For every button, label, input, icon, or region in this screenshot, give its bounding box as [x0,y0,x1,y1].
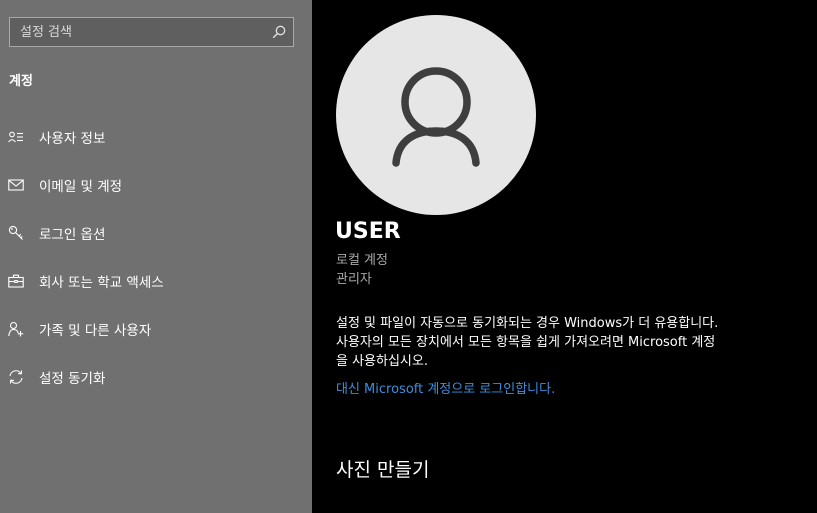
section-title: 계정 [9,74,33,89]
account-type: 로컬 계정 [336,253,388,268]
person-add-icon [8,321,24,337]
info-text: 설정 및 파일이 자동으로 동기화되는 경우 Windows가 더 유용합니다.… [336,314,796,371]
sidebar-item-label: 가족 및 다른 사용자 [39,323,152,339]
main-content: USER 로컬 계정 관리자 설정 및 파일이 자동으로 동기화되는 경우 Wi… [312,0,817,513]
sidebar: 계정 사용자 정보 [0,0,312,513]
info-line: 을 사용하십시오. [336,354,428,369]
sync-icon [8,369,24,385]
sidebar-item-work-school[interactable]: 회사 또는 학교 액세스 [0,257,312,305]
sidebar-item-sync-settings[interactable]: 설정 동기화 [0,353,312,401]
sidebar-item-label: 로그인 옵션 [39,227,106,243]
sidebar-item-label: 사용자 정보 [39,131,106,147]
sidebar-nav: 사용자 정보 이메일 및 계정 로그인 옵션 회사 또는 학교 액세스 가족 및… [0,113,312,401]
user-avatar-icon [392,67,480,167]
sidebar-item-label: 이메일 및 계정 [39,179,123,195]
user-name: USER [335,219,401,244]
info-line: 사용자의 모든 장치에서 모든 항목을 쉽게 가져오려면 Microsoft 계… [336,335,716,350]
mail-icon [8,177,24,193]
settings-window: 계정 사용자 정보 [0,0,817,513]
search-input[interactable] [10,18,265,46]
briefcase-icon [8,273,24,289]
sidebar-item-signin-options[interactable]: 로그인 옵션 [0,209,312,257]
search-icon[interactable] [265,18,293,46]
avatar [336,15,536,215]
account-role: 관리자 [336,272,372,287]
microsoft-signin-link[interactable]: 대신 Microsoft 계정으로 로그인합니다. [336,378,555,397]
sidebar-item-label: 설정 동기화 [39,371,106,387]
sidebar-item-family-users[interactable]: 가족 및 다른 사용자 [0,305,312,353]
sidebar-item-user-info[interactable]: 사용자 정보 [0,113,312,161]
info-line: 설정 및 파일이 자동으로 동기화되는 경우 Windows가 더 유용합니다. [336,316,719,331]
key-icon [8,225,24,241]
user-info-icon [8,129,24,145]
search-box[interactable] [9,17,294,47]
make-photo-heading: 사진 만들기 [336,459,430,481]
sidebar-item-email-accounts[interactable]: 이메일 및 계정 [0,161,312,209]
sidebar-item-label: 회사 또는 학교 액세스 [39,275,164,291]
